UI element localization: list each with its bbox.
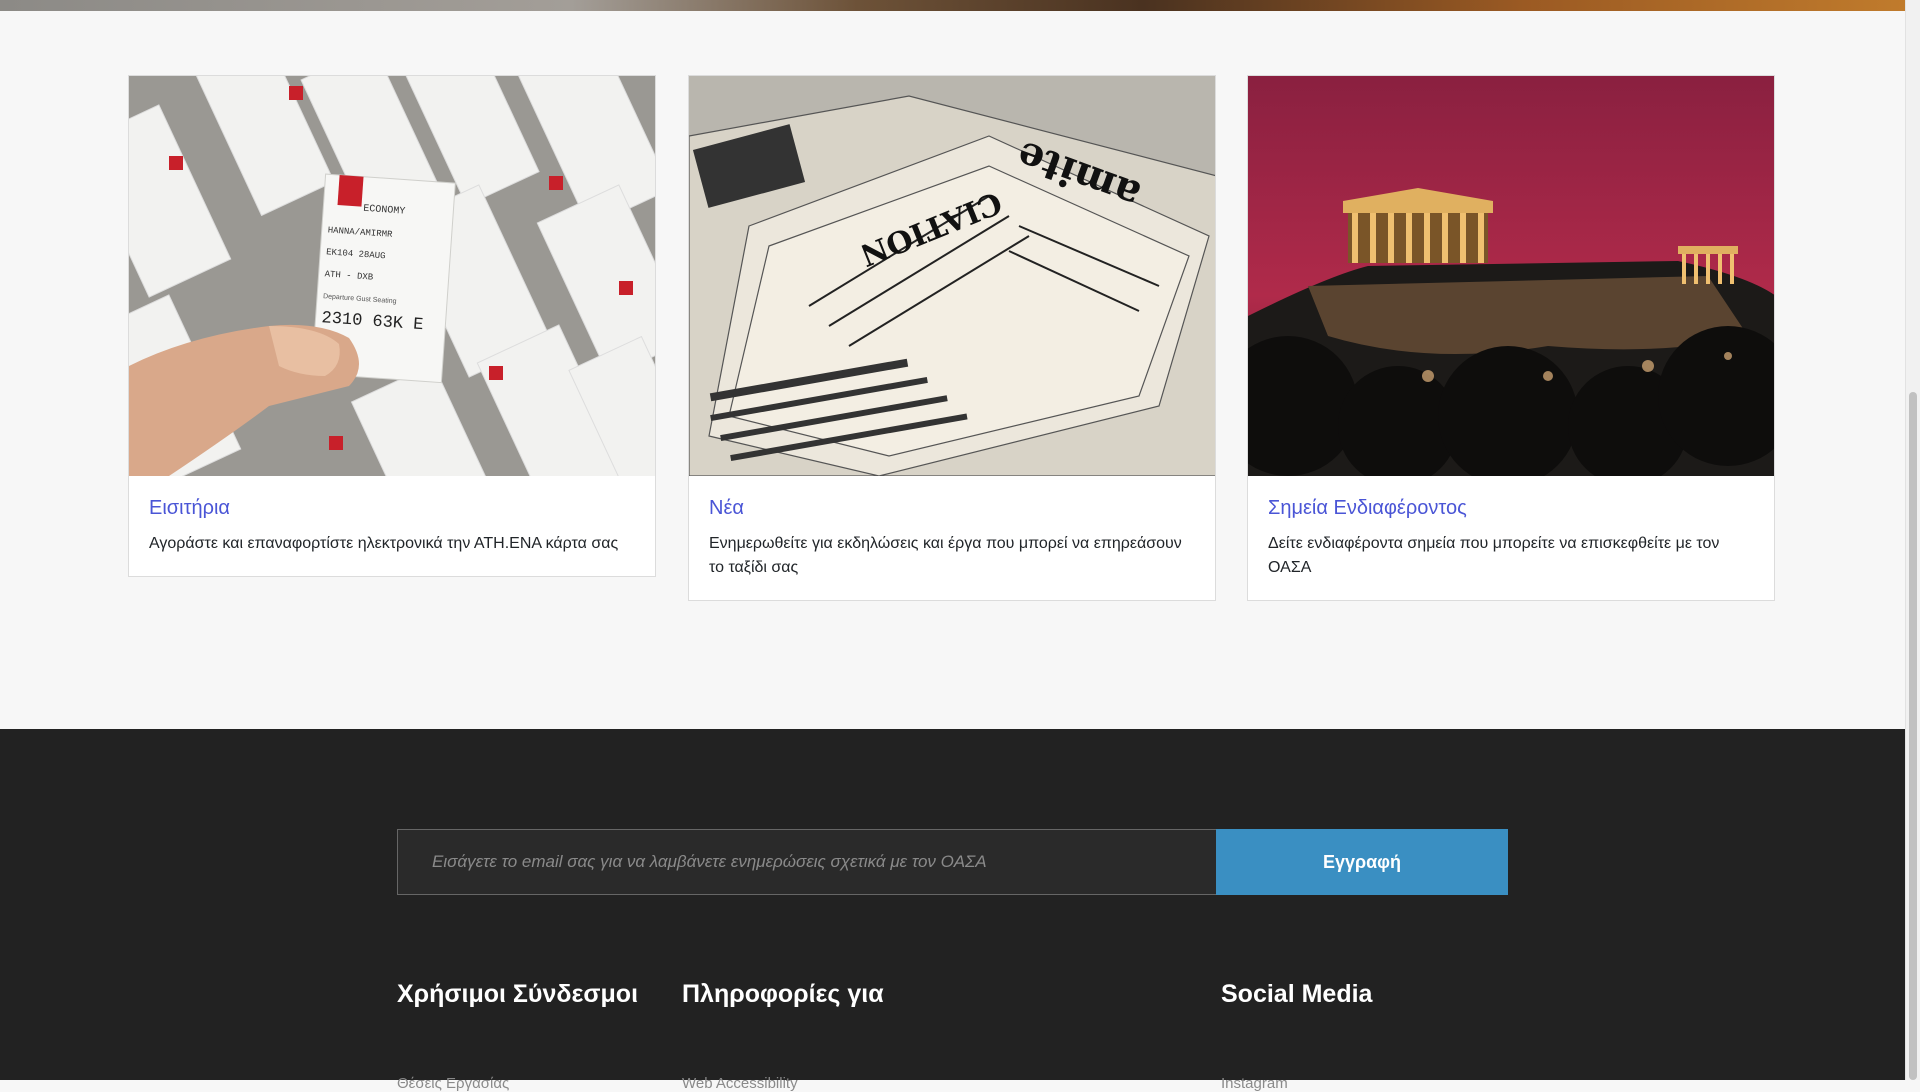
- footer-link-jobs[interactable]: Θέσεις Εργασίας: [397, 1075, 509, 1092]
- footer-col-useful-links: Χρήσιμοι Σύνδεσμοι Θέσεις Εργασίας: [397, 979, 639, 1092]
- card-title-tickets[interactable]: Εισιτήρια: [149, 496, 635, 520]
- card-title-points-of-interest[interactable]: Σημεία Ενδιαφέροντος: [1268, 496, 1754, 520]
- footer-col-information: Πληροφορίες για Web Accessibility: [682, 979, 884, 1092]
- footer: Εγγραφή Χρήσιμοι Σύνδεσμοι Θέσεις Εργασί…: [0, 729, 1905, 1092]
- hero-image-bottom: [0, 0, 1905, 11]
- subscribe-button[interactable]: Εγγραφή: [1216, 829, 1508, 895]
- acropolis-image[interactable]: [1248, 76, 1774, 476]
- card-text-tickets: Αγοράστε και επαναφορτίστε ηλεκτρονικά τ…: [149, 535, 619, 552]
- footer-col-social-media: Social Media Instagram: [1221, 979, 1373, 1092]
- footer-link-instagram[interactable]: Instagram: [1221, 1075, 1288, 1092]
- card-points-of-interest[interactable]: Σημεία Ενδιαφέροντος Δείτε ενδιαφέροντα …: [1247, 75, 1775, 601]
- footer-heading-useful-links: Χρήσιμοι Σύνδεσμοι: [397, 980, 639, 1008]
- card-text-points-of-interest: Δείτε ενδιαφέροντα σημεία που μπορείτε ν…: [1268, 535, 1720, 576]
- footer-heading-information: Πληροφορίες για: [682, 980, 884, 1008]
- newsletter-form: Εγγραφή: [397, 829, 1508, 895]
- page-scrollbar[interactable]: [1905, 0, 1920, 1080]
- card-text-news: Ενημερωθείτε για εκδηλώσεις και έργα που…: [709, 535, 1182, 576]
- card-news[interactable]: amite CIATION Νέα Ενημερωθείτε για εκδηλ…: [688, 75, 1216, 601]
- footer-heading-social-media: Social Media: [1221, 980, 1373, 1008]
- card-tickets[interactable]: ECONOMY HANNA/AMIRMR EK104 28AUG ATH - D…: [128, 75, 656, 577]
- newspapers-image[interactable]: amite CIATION: [689, 76, 1215, 476]
- tickets-image[interactable]: ECONOMY HANNA/AMIRMR EK104 28AUG ATH - D…: [129, 76, 655, 476]
- newsletter-email-input[interactable]: [397, 829, 1216, 895]
- scrollbar-thumb[interactable]: [1909, 392, 1917, 1080]
- cards-section: ECONOMY HANNA/AMIRMR EK104 28AUG ATH - D…: [0, 11, 1905, 729]
- card-title-news[interactable]: Νέα: [709, 496, 1195, 520]
- footer-link-web-accessibility[interactable]: Web Accessibility: [682, 1075, 798, 1092]
